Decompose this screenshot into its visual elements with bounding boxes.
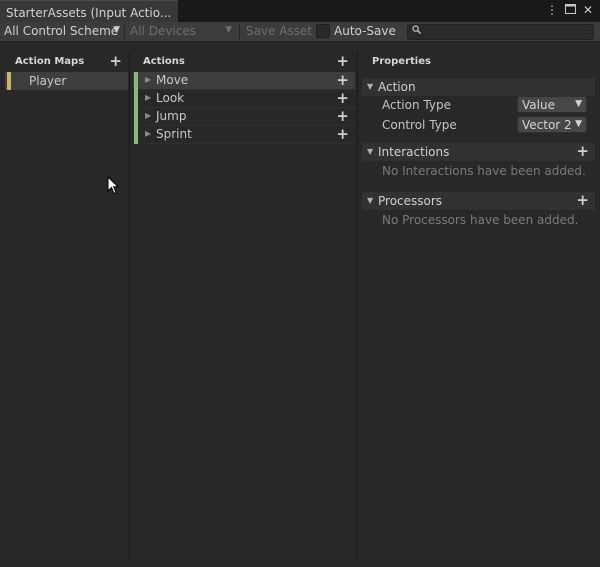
dropdown-arrow-icon: ▼ bbox=[113, 25, 120, 35]
dropdown-arrow-icon: ▼ bbox=[575, 119, 582, 129]
interactions-empty-text: No Interactions have been added. bbox=[382, 164, 586, 178]
collapse-arrow-icon[interactable]: ▼ bbox=[367, 196, 373, 205]
actions-header: Actions + bbox=[133, 52, 355, 72]
properties-pane: Properties ▼ Action Action Type Value ▼ … bbox=[362, 52, 595, 561]
save-asset-label: Save Asset bbox=[246, 24, 313, 38]
add-binding-icon[interactable]: + bbox=[336, 107, 349, 125]
action-color-bar bbox=[134, 126, 138, 144]
action-label: Move bbox=[156, 73, 189, 87]
action-section-header[interactable]: ▼ Action bbox=[362, 78, 595, 96]
control-type-value: Vector 2 bbox=[522, 118, 572, 132]
search-icon bbox=[412, 25, 421, 37]
add-processor-icon[interactable]: + bbox=[576, 191, 589, 209]
action-type-dropdown[interactable]: Value ▼ bbox=[517, 96, 587, 113]
expand-arrow-icon[interactable]: ▶ bbox=[145, 129, 151, 138]
control-type-dropdown[interactable]: Vector 2 ▼ bbox=[517, 116, 587, 133]
add-binding-icon[interactable]: + bbox=[336, 71, 349, 89]
action-color-bar bbox=[134, 108, 138, 126]
actions-title: Actions bbox=[143, 56, 185, 67]
add-interaction-icon[interactable]: + bbox=[576, 142, 589, 160]
processors-section-header[interactable]: ▼ Processors + bbox=[362, 191, 595, 210]
toolbar: All Control Scheme ▼ All Devices ▼ Save … bbox=[0, 22, 600, 42]
action-label: Sprint bbox=[156, 127, 192, 141]
expand-arrow-icon[interactable]: ▶ bbox=[145, 93, 151, 102]
mouse-cursor-icon bbox=[107, 175, 120, 198]
control-type-label: Control Type bbox=[382, 118, 457, 132]
devices-dropdown[interactable]: All Devices ▼ bbox=[126, 22, 236, 42]
add-action-map-icon[interactable]: + bbox=[109, 52, 122, 70]
action-maps-header: Action Maps + bbox=[5, 52, 128, 72]
maximize-icon[interactable] bbox=[564, 2, 576, 18]
control-scheme-label: All Control Scheme bbox=[4, 24, 119, 38]
action-type-label: Action Type bbox=[382, 98, 451, 112]
action-map-label: Player bbox=[29, 74, 67, 88]
action-item-move[interactable]: ▶ Move + bbox=[133, 71, 355, 90]
action-section-title: Action bbox=[378, 80, 416, 94]
action-label: Look bbox=[156, 91, 185, 105]
action-type-row: Action Type Value ▼ bbox=[362, 96, 595, 116]
toolbar-divider bbox=[239, 24, 240, 40]
interactions-section-title: Interactions bbox=[378, 145, 450, 159]
processors-empty-text: No Processors have been added. bbox=[382, 213, 579, 227]
add-binding-icon[interactable]: + bbox=[336, 89, 349, 107]
add-action-icon[interactable]: + bbox=[336, 52, 349, 70]
action-item-sprint[interactable]: ▶ Sprint + bbox=[133, 125, 355, 144]
action-color-bar bbox=[134, 72, 138, 90]
dropdown-arrow-icon: ▼ bbox=[225, 25, 232, 35]
save-asset-button[interactable]: Save Asset bbox=[242, 22, 314, 42]
action-type-value: Value bbox=[522, 98, 555, 112]
properties-title: Properties bbox=[372, 56, 431, 67]
collapse-arrow-icon[interactable]: ▼ bbox=[367, 82, 373, 91]
properties-header: Properties bbox=[362, 52, 595, 72]
devices-label: All Devices bbox=[130, 24, 196, 38]
pane-divider[interactable] bbox=[129, 52, 130, 561]
control-scheme-dropdown[interactable]: All Control Scheme ▼ bbox=[0, 22, 124, 42]
action-color-bar bbox=[134, 90, 138, 108]
expand-arrow-icon[interactable]: ▶ bbox=[145, 111, 151, 120]
dropdown-arrow-icon: ▼ bbox=[575, 99, 582, 109]
control-type-row: Control Type Vector 2 ▼ bbox=[362, 116, 595, 136]
auto-save-label: Auto-Save bbox=[330, 22, 400, 42]
action-maps-pane: Action Maps + Player bbox=[5, 52, 128, 561]
action-map-item-player[interactable]: Player bbox=[5, 72, 128, 90]
toolbar-divider bbox=[124, 24, 125, 40]
window-tab-bar: StarterAssets (Input Actio... ⋮ ✕ bbox=[0, 0, 600, 22]
collapse-arrow-icon[interactable]: ▼ bbox=[367, 147, 373, 156]
action-maps-title: Action Maps bbox=[15, 56, 85, 67]
pane-divider[interactable] bbox=[357, 52, 358, 561]
action-map-color-bar bbox=[7, 72, 11, 90]
action-item-jump[interactable]: ▶ Jump + bbox=[133, 107, 355, 126]
auto-save-text: Auto-Save bbox=[334, 24, 396, 38]
action-label: Jump bbox=[156, 109, 187, 123]
search-input[interactable] bbox=[407, 24, 594, 40]
close-icon[interactable]: ✕ bbox=[582, 2, 594, 18]
expand-arrow-icon[interactable]: ▶ bbox=[145, 75, 151, 84]
processors-section-title: Processors bbox=[378, 194, 443, 208]
more-icon[interactable]: ⋮ bbox=[546, 2, 558, 18]
window-tab[interactable]: StarterAssets (Input Actio... bbox=[0, 0, 178, 22]
actions-pane: Actions + ▶ Move + ▶ Look + ▶ Jump + ▶ S… bbox=[133, 52, 355, 561]
add-binding-icon[interactable]: + bbox=[336, 125, 349, 143]
interactions-section-header[interactable]: ▼ Interactions + bbox=[362, 142, 595, 161]
window-controls: ⋮ ✕ bbox=[546, 2, 594, 18]
auto-save-checkbox[interactable] bbox=[316, 24, 330, 38]
action-item-look[interactable]: ▶ Look + bbox=[133, 89, 355, 108]
